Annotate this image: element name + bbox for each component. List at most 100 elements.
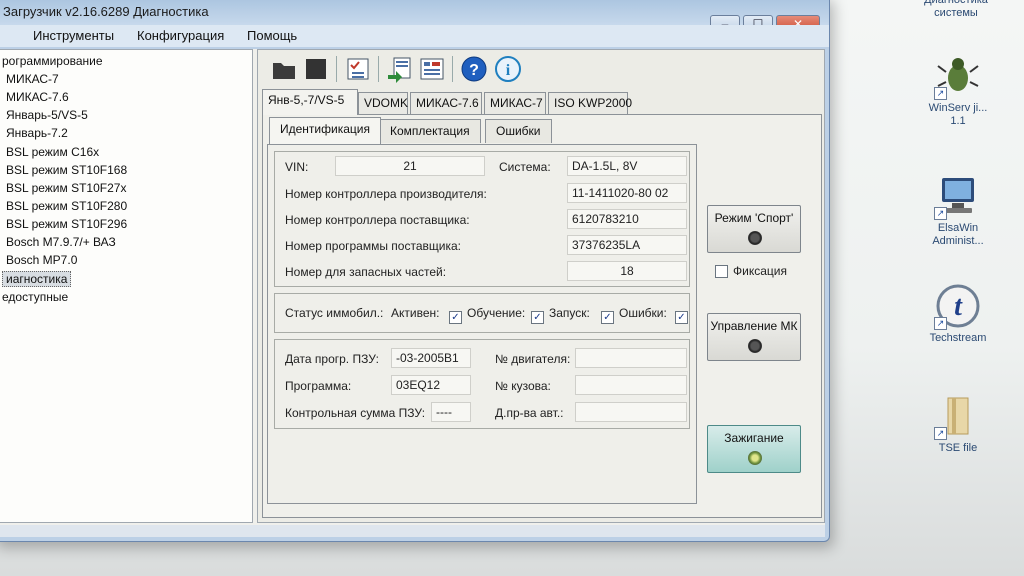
immobilizer-learning-checkbox[interactable]: ✓: [531, 311, 544, 324]
immobilizer-learning-label: Обучение:: [467, 306, 526, 320]
ignition-button[interactable]: Зажигание: [707, 425, 801, 473]
tab-identification[interactable]: Идентификация: [269, 117, 381, 144]
manufacturer-controller-number-label: Номер контроллера производителя:: [285, 187, 487, 201]
desktop-shortcut-label: ElsaWin Administ...: [932, 222, 984, 247]
window-title: Загрузчик v2.16.6289 Диагностика: [3, 4, 209, 19]
tab-vdomk[interactable]: VDOMK: [358, 92, 408, 114]
desktop-shortcut-winserv[interactable]: ↗ WinServ ji... 1.1: [920, 52, 996, 128]
toolbar-separator: [336, 56, 337, 82]
tree-item-diagnostics[interactable]: иагностика: [2, 271, 72, 287]
tree-item-january-7-2[interactable]: Январь-7.2: [6, 126, 68, 140]
sport-mode-button[interactable]: Режим 'Спорт': [707, 205, 801, 253]
identification-group: VIN: 21 Система: DA-1.5L, 8V Номер контр…: [274, 151, 690, 287]
rom-program-date-field[interactable]: -03-2005B1: [391, 348, 471, 368]
computer-icon: ↗: [934, 172, 982, 220]
tree-item-bsl-st10f280[interactable]: BSL режим ST10F280: [6, 199, 127, 213]
svg-text:i: i: [506, 62, 511, 79]
desktop-shortcut-label: Techstream: [929, 332, 987, 344]
rom-info-group: Дата прогр. ПЗУ: -03-2005B1 № двигателя:…: [274, 339, 690, 429]
tree-item-bsl-st10f27x[interactable]: BSL режим ST10F27x: [6, 181, 126, 195]
tab-iso-kwp2000[interactable]: ISO KWP2000: [548, 92, 632, 114]
open-folder-icon[interactable]: [270, 55, 298, 83]
device-tree[interactable]: рограммирование МИКАС-7 МИКАС-7.6 Январь…: [0, 49, 253, 523]
tab-mikas-7[interactable]: МИКАС-7: [484, 92, 546, 114]
tab-errors[interactable]: Ошибки: [485, 119, 552, 143]
menu-bar: Инструменты Конфигурация Помощь: [0, 25, 829, 47]
system-label: Система:: [499, 160, 551, 174]
supplier-program-number-field[interactable]: 37376235LA: [567, 235, 687, 255]
folder-icon: ↗: [934, 392, 982, 440]
toolbar-separator: [378, 56, 379, 82]
tree-item-january-5[interactable]: Январь-5/VS-5: [6, 108, 88, 122]
client-area: рограммирование МИКАС-7 МИКАС-7.6 Январь…: [0, 49, 825, 537]
tree-item-bsl-c16x[interactable]: BSL режим C16x: [6, 145, 99, 159]
spare-parts-number-label: Номер для запасных частей:: [285, 265, 447, 279]
techstream-icon: t ↗: [934, 282, 982, 330]
program-field[interactable]: 03EQ12: [391, 375, 471, 395]
desktop-shortcut-label: TSE file: [938, 442, 978, 454]
tree-item-bosch-m797[interactable]: Bosch M7.9.7/+ ВАЗ: [6, 235, 116, 249]
ecu-control-label: Управление МК: [710, 319, 798, 333]
manufacturer-controller-number-field[interactable]: 11-1411020-80 02: [567, 183, 687, 203]
vin-label: VIN:: [285, 160, 309, 174]
fixation-checkbox[interactable]: [715, 265, 728, 278]
ignition-label: Зажигание: [724, 431, 784, 445]
checklist-icon[interactable]: [344, 55, 372, 83]
desktop-shortcut-tse-file[interactable]: ↗ TSE file: [920, 392, 996, 455]
protocol-tab-panel: Идентификация Комплектация Ошибки VIN: 2…: [262, 114, 822, 518]
toolbar: ? i: [260, 52, 820, 86]
export-icon[interactable]: [386, 55, 414, 83]
body-number-label: № кузова:: [495, 379, 551, 393]
tree-item-mikas-7[interactable]: МИКАС-7: [6, 72, 59, 86]
program-label: Программа:: [285, 379, 352, 393]
svg-text:?: ?: [469, 62, 479, 79]
production-date-field[interactable]: [575, 402, 687, 422]
immobilizer-start-checkbox[interactable]: ✓: [601, 311, 614, 324]
desktop-shortcut-elsawin[interactable]: ↗ ElsaWin Administ...: [920, 172, 996, 248]
body-number-field[interactable]: [575, 375, 687, 395]
desktop-shortcut-label: Диагностика системы: [924, 0, 988, 19]
tab-equipment[interactable]: Комплектация: [379, 119, 481, 143]
sport-mode-indicator-icon: [748, 231, 762, 245]
system-field[interactable]: DA-1.5L, 8V: [567, 156, 687, 176]
menu-configuration[interactable]: Конфигурация: [137, 28, 224, 43]
desktop-shortcut-techstream[interactable]: t ↗ Techstream: [920, 282, 996, 345]
tab-january-5-7[interactable]: Янв-5,-7/VS-5: [262, 89, 358, 115]
tree-item-unavailable[interactable]: едоступные: [2, 290, 68, 304]
help-icon[interactable]: ?: [460, 55, 488, 83]
vin-field[interactable]: 21: [335, 156, 485, 176]
tree-item-bsl-st10f168[interactable]: BSL режим ST10F168: [6, 163, 127, 177]
menu-tools[interactable]: Инструменты: [33, 28, 114, 43]
immobilizer-active-checkbox[interactable]: ✓: [449, 311, 462, 324]
app-window: Загрузчик v2.16.6289 Диагностика – ☐ ✕ И…: [0, 0, 830, 542]
sport-mode-label: Режим 'Спорт': [714, 211, 794, 225]
status-bar: [0, 525, 825, 537]
tab-mikas-7-6[interactable]: МИКАС-7.6: [410, 92, 482, 114]
immobilizer-errors-checkbox[interactable]: ✓: [675, 311, 688, 324]
immobilizer-active-label: Активен:: [391, 306, 440, 320]
title-bar[interactable]: Загрузчик v2.16.6289 Диагностика – ☐ ✕: [0, 0, 829, 35]
rom-checksum-field[interactable]: ----: [431, 402, 471, 422]
settings-grid-icon[interactable]: [418, 55, 446, 83]
shortcut-arrow-icon: ↗: [934, 207, 947, 220]
rom-program-date-label: Дата прогр. ПЗУ:: [285, 352, 379, 366]
info-icon[interactable]: i: [494, 55, 522, 83]
desktop-shortcut-label: WinServ ji... 1.1: [928, 102, 988, 127]
immobilizer-start-label: Запуск:: [549, 306, 590, 320]
menu-help[interactable]: Помощь: [247, 28, 297, 43]
svg-text:t: t: [954, 291, 963, 322]
tree-item-bsl-st10f296[interactable]: BSL режим ST10F296: [6, 217, 127, 231]
tree-item-bosch-mp70[interactable]: Bosch MP7.0: [6, 253, 77, 267]
stop-icon[interactable]: [302, 55, 330, 83]
desktop-shortcut-diagnostics[interactable]: Диагностика системы: [918, 0, 994, 20]
supplier-program-number-label: Номер программы поставщика:: [285, 239, 461, 253]
engine-number-field[interactable]: [575, 348, 687, 368]
ecu-control-indicator-icon: [748, 339, 762, 353]
supplier-controller-number-field[interactable]: 6120783210: [567, 209, 687, 229]
ecu-control-button[interactable]: Управление МК: [707, 313, 801, 361]
immobilizer-group: Статус иммобил.: Активен: ✓ Обучение: ✓ …: [274, 293, 690, 333]
ignition-indicator-icon: [748, 451, 762, 465]
tree-item-mikas-7-6[interactable]: МИКАС-7.6: [6, 90, 69, 104]
tree-item-programming[interactable]: рограммирование: [2, 54, 103, 68]
spare-parts-number-field[interactable]: 18: [567, 261, 687, 281]
